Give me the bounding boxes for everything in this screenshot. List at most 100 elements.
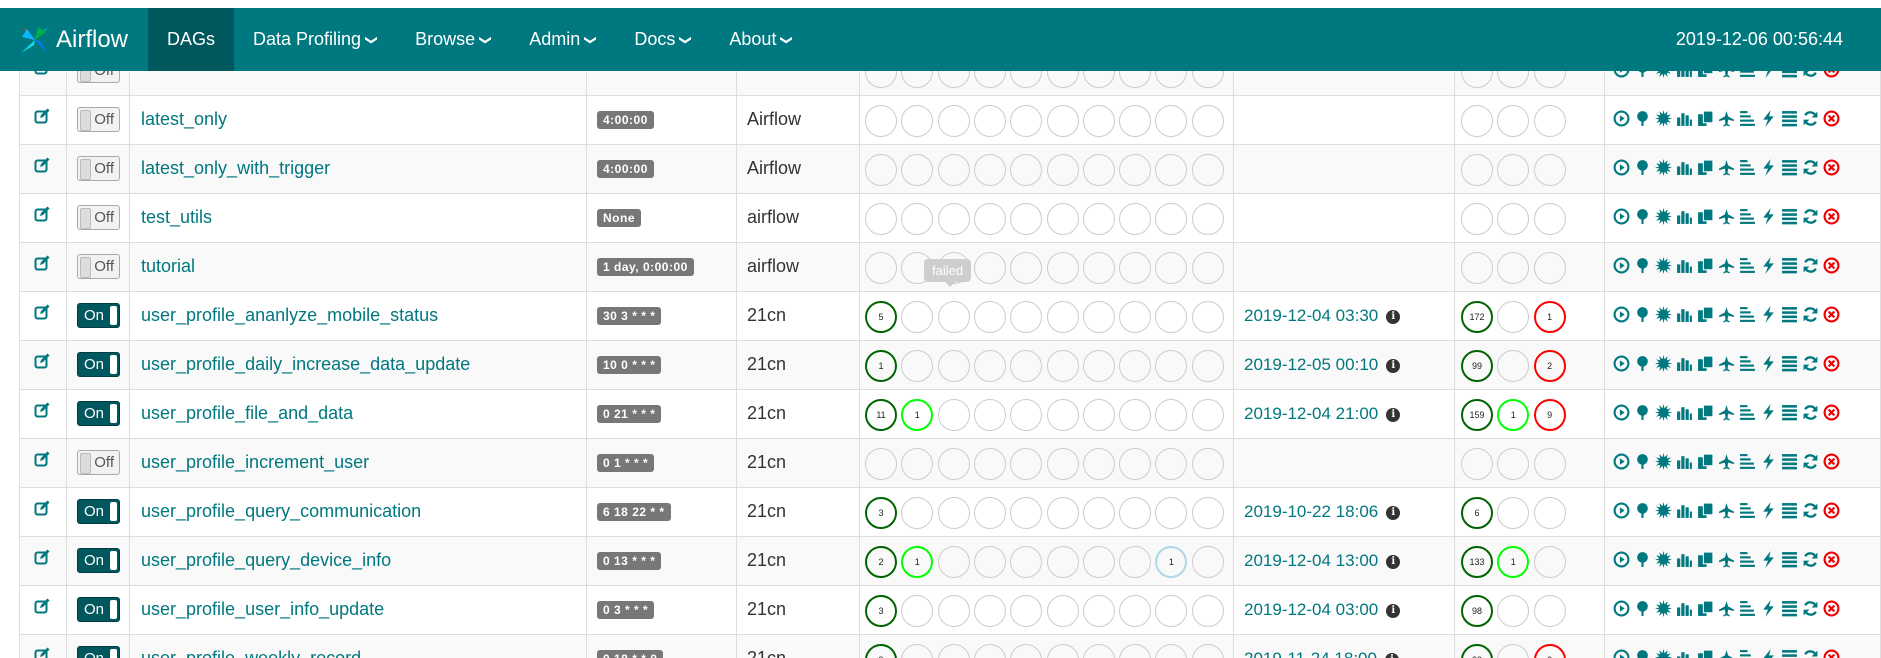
graph-view-icon[interactable] <box>1654 550 1673 569</box>
last-run-link[interactable]: 2019-12-05 00:10 i <box>1244 355 1401 375</box>
dag-name-link[interactable]: latest_only_with_trigger <box>141 158 330 179</box>
dag-run-state-circle[interactable] <box>1497 154 1530 186</box>
task-state-circle[interactable]: 1 <box>901 399 934 431</box>
task-duration-icon[interactable] <box>1675 403 1694 422</box>
task-state-circle[interactable] <box>1155 595 1188 627</box>
task-state-circle[interactable] <box>1046 644 1079 658</box>
dag-run-state-circle[interactable]: 172 <box>1461 301 1493 333</box>
task-tries-icon[interactable] <box>1696 109 1715 128</box>
tree-view-icon[interactable] <box>1633 501 1652 520</box>
task-state-circle[interactable] <box>973 301 1006 333</box>
task-state-circle[interactable] <box>973 546 1006 578</box>
dag-name-link[interactable]: latest_only <box>141 109 227 130</box>
task-state-circle[interactable] <box>1046 105 1079 137</box>
code-icon[interactable] <box>1759 452 1778 471</box>
dag-run-state-circle[interactable]: 98 <box>1461 595 1493 627</box>
task-state-circle[interactable] <box>1082 546 1115 578</box>
logs-icon[interactable] <box>1780 648 1799 658</box>
gantt-icon[interactable] <box>1738 207 1757 226</box>
task-state-circle[interactable]: 1 <box>865 350 897 382</box>
edit-icon[interactable] <box>34 304 50 320</box>
task-duration-icon[interactable] <box>1675 256 1694 275</box>
task-state-circle[interactable] <box>1082 203 1115 235</box>
tree-view-icon[interactable] <box>1633 109 1652 128</box>
task-state-circle[interactable] <box>1119 399 1152 431</box>
info-icon[interactable]: i <box>1386 555 1401 569</box>
task-state-circle[interactable] <box>1191 546 1224 578</box>
code-icon[interactable] <box>1759 599 1778 618</box>
task-state-circle[interactable]: 11 <box>865 399 897 431</box>
graph-view-icon[interactable] <box>1654 501 1673 520</box>
task-tries-icon[interactable] <box>1696 452 1715 471</box>
task-duration-icon[interactable] <box>1675 71 1694 79</box>
task-state-circle[interactable] <box>1155 252 1188 284</box>
task-state-circle[interactable] <box>1191 203 1224 235</box>
landing-times-icon[interactable] <box>1717 158 1736 177</box>
tree-view-icon[interactable] <box>1633 305 1652 324</box>
task-state-circle[interactable] <box>1010 399 1043 431</box>
task-tries-icon[interactable] <box>1696 403 1715 422</box>
dag-run-state-circle[interactable] <box>1461 105 1493 137</box>
gantt-icon[interactable] <box>1738 501 1757 520</box>
task-state-circle[interactable] <box>973 497 1006 529</box>
dag-run-state-circle[interactable]: 1 <box>1497 546 1530 578</box>
edit-icon[interactable] <box>34 500 50 516</box>
task-state-circle[interactable] <box>1191 350 1224 382</box>
gantt-icon[interactable] <box>1738 354 1757 373</box>
edit-icon[interactable] <box>34 549 50 565</box>
landing-times-icon[interactable] <box>1717 452 1736 471</box>
dag-name-link[interactable]: user_profile_query_device_info <box>141 550 391 571</box>
task-state-circle[interactable] <box>937 350 970 382</box>
gantt-icon[interactable] <box>1738 452 1757 471</box>
task-state-circle[interactable] <box>1082 448 1115 480</box>
trigger-dag-icon[interactable] <box>1612 599 1631 618</box>
info-icon[interactable]: i <box>1386 604 1401 618</box>
dag-run-state-circle[interactable]: 2 <box>1533 350 1566 382</box>
delete-icon[interactable] <box>1822 71 1841 79</box>
last-run-link[interactable]: 2019-12-04 03:30 i <box>1244 306 1401 326</box>
refresh-icon[interactable] <box>1801 648 1820 658</box>
task-state-circle[interactable] <box>1010 105 1043 137</box>
tree-view-icon[interactable] <box>1633 71 1652 79</box>
dag-run-state-circle[interactable]: 133 <box>1461 546 1493 578</box>
task-state-circle[interactable] <box>1191 301 1224 333</box>
refresh-icon[interactable] <box>1801 550 1820 569</box>
logs-icon[interactable] <box>1780 305 1799 324</box>
info-icon[interactable]: i <box>1386 506 1401 520</box>
task-state-circle[interactable] <box>1191 154 1224 186</box>
gantt-icon[interactable] <box>1738 550 1757 569</box>
task-state-circle[interactable] <box>865 105 897 137</box>
dag-run-state-circle[interactable]: 1 <box>1497 399 1530 431</box>
task-state-circle[interactable] <box>1010 595 1043 627</box>
graph-view-icon[interactable] <box>1654 305 1673 324</box>
task-state-circle[interactable] <box>901 71 934 88</box>
task-state-circle[interactable] <box>1082 154 1115 186</box>
trigger-dag-icon[interactable] <box>1612 501 1631 520</box>
task-state-circle[interactable] <box>973 399 1006 431</box>
task-state-circle[interactable] <box>1119 595 1152 627</box>
task-state-circle[interactable] <box>1155 203 1188 235</box>
task-state-circle[interactable]: 5 <box>865 301 897 333</box>
task-state-circle[interactable] <box>1155 105 1188 137</box>
task-state-circle[interactable] <box>1046 399 1079 431</box>
code-icon[interactable] <box>1759 305 1778 324</box>
tree-view-icon[interactable] <box>1633 599 1652 618</box>
gantt-icon[interactable] <box>1738 305 1757 324</box>
refresh-icon[interactable] <box>1801 305 1820 324</box>
nav-item-about[interactable]: About ❯ <box>710 8 811 71</box>
dag-run-state-circle[interactable] <box>1533 105 1566 137</box>
dag-name-link[interactable]: user_profile_file_and_data <box>141 403 353 424</box>
dag-run-state-circle[interactable] <box>1497 448 1530 480</box>
task-state-circle[interactable] <box>1082 71 1115 88</box>
task-state-circle[interactable] <box>901 644 934 658</box>
trigger-dag-icon[interactable] <box>1612 305 1631 324</box>
task-state-circle[interactable] <box>1119 301 1152 333</box>
dag-run-state-circle[interactable] <box>1497 252 1530 284</box>
delete-icon[interactable] <box>1822 599 1841 618</box>
landing-times-icon[interactable] <box>1717 648 1736 658</box>
last-run-link[interactable]: 2019-12-04 13:00 i <box>1244 551 1401 571</box>
graph-view-icon[interactable] <box>1654 354 1673 373</box>
dag-run-state-circle[interactable]: 2 <box>1533 644 1566 658</box>
task-state-circle[interactable]: 3 <box>865 497 897 529</box>
tree-view-icon[interactable] <box>1633 648 1652 658</box>
